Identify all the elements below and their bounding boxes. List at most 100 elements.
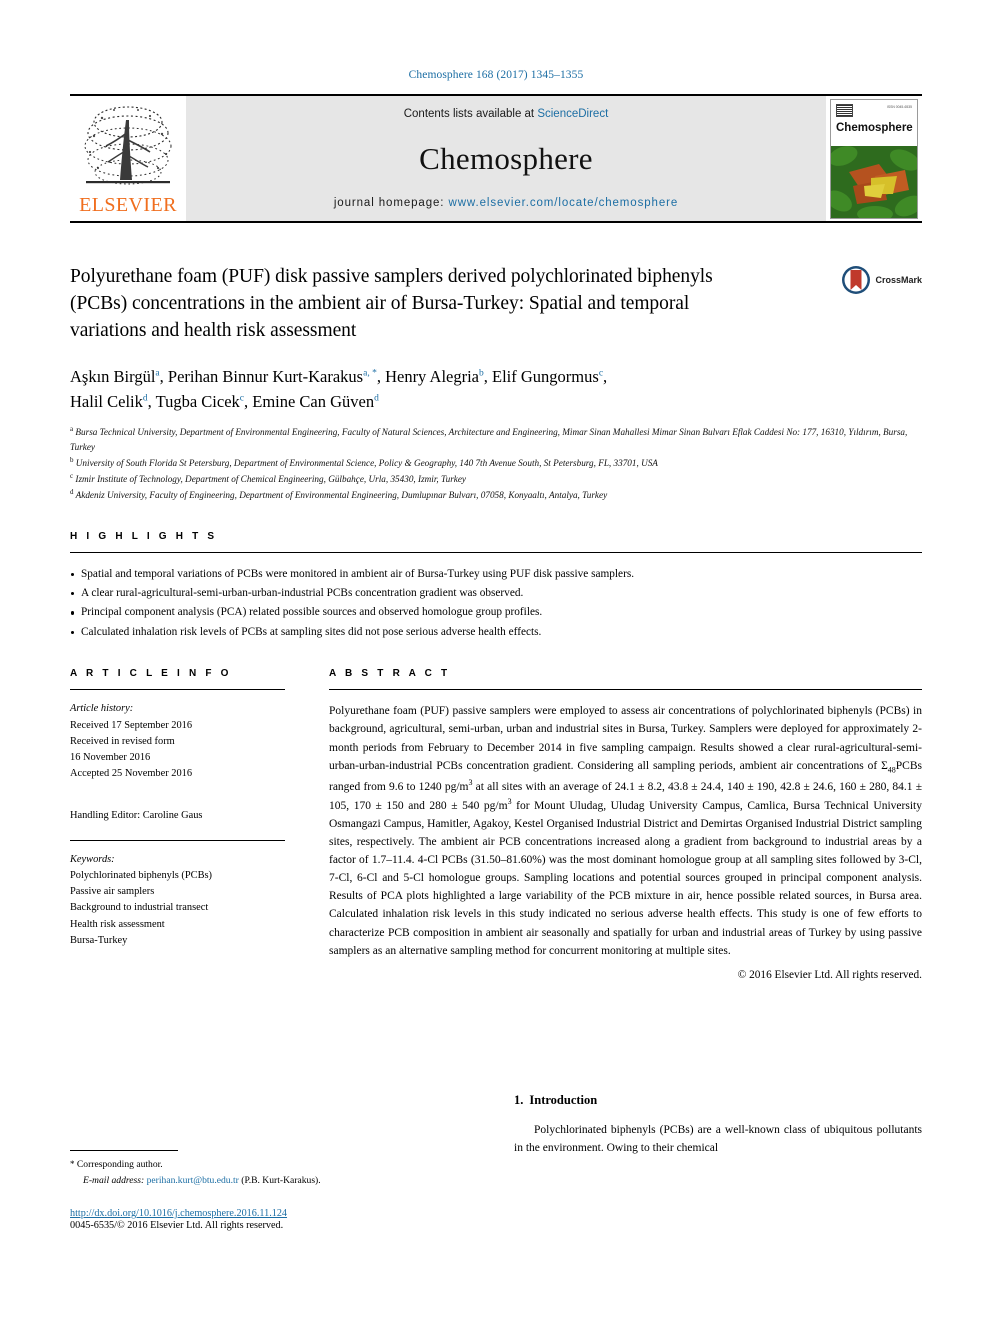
author-6-name: Tugba Cicek [155,392,240,412]
elsevier-tree-icon [84,106,172,185]
history-revised-date: 16 November 2016 [70,751,151,763]
cover-issn-text: ISSN 0045-6535 [886,104,912,109]
article-info-heading: A R T I C L E I N F O [70,668,232,680]
affiliations-list: a Bursa Technical University, Department… [70,424,922,503]
paper-page: Chemosphere 168 (2017) 1345–1355 ELSEVIE… [0,0,992,1323]
handling-editor-block: Handling Editor: Caroline Gaus [70,808,285,824]
homepage-prefix: journal homepage: [333,197,449,209]
affiliation-c-text: Izmir Institute of Technology, Departmen… [75,473,467,484]
doi-link[interactable]: http://dx.doi.org/10.1016/j.chemosphere.… [70,1208,500,1219]
affiliation-b: b University of South Florida St Petersb… [70,455,922,471]
crossmark-label: CrossMark [875,275,922,285]
keyword-item: Passive air samplers [70,886,155,898]
author-1-name: Aşkın Birgül [70,366,156,386]
article-history-label: Article history: [70,703,134,715]
sciencedirect-link[interactable]: ScienceDirect [537,108,608,120]
highlights-divider [70,551,922,553]
article-info-divider [70,689,285,691]
author-5-affil-mark[interactable]: d [143,394,148,404]
author-5-name: Halil Celik [70,392,143,412]
author-7[interactable]: Emine Can Güvend [252,392,379,411]
author-4[interactable]: Elif Gungormusc [492,367,603,386]
author-1[interactable]: Aşkın Birgüla [70,367,160,386]
contents-prefix: Contents lists available at [403,108,538,120]
introduction-title: Introduction [529,1093,598,1107]
running-head-text[interactable]: Chemosphere 168 (2017) 1345–1355 [409,69,584,81]
affiliation-d-text: Akdeniz University, Faculty of Engineeri… [75,489,608,500]
author-3-name: Henry Alegria [385,366,480,386]
author-2-name: Perihan Binnur Kurt-Karakus [167,366,364,386]
abstract-sigma-subscript: 48 [887,765,896,775]
handling-editor: Handling Editor: Caroline Gaus [70,810,203,822]
asterisk-icon: * [70,1159,75,1169]
email-label: E-mail address: [83,1174,145,1186]
running-head: Chemosphere 168 (2017) 1345–1355 [0,0,992,81]
footer-right-column [544,1150,922,1231]
list-item: Calculated inhalation risk levels of PCB… [70,623,922,642]
affiliation-b-mark: b [70,455,74,464]
list-item: A clear rural-agricultural-semi-urban-ur… [70,584,922,603]
abstract-column: A B S T R A C T Polyurethane foam (PUF) … [329,668,922,981]
abstract-divider [329,689,922,691]
banner-center: Contents lists available at ScienceDirec… [186,96,826,221]
introduction-number: 1. [514,1093,524,1107]
contents-available-line: Contents lists available at ScienceDirec… [404,108,609,120]
paper-content: Polyurethane foam (PUF) disk passive sam… [70,223,922,981]
author-5[interactable]: Halil Celikd [70,392,148,411]
corresponding-author-label: Corresponding author. [76,1159,163,1170]
email-link[interactable]: perihan.kurt@btu.edu.tr [147,1175,239,1186]
article-info-column: A R T I C L E I N F O Article history: R… [70,668,285,981]
history-accepted: Accepted 25 November 2016 [70,768,193,780]
introduction-section: 1. Introduction Polychlorinated biphenyls… [514,1093,922,1157]
keyword-item: Bursa-Turkey [70,934,128,946]
journal-homepage-line: journal homepage: www.elsevier.com/locat… [334,197,678,209]
issn-copyright-line: 0045-6535/© 2016 Elsevier Ltd. All right… [70,1220,284,1232]
affiliation-a-text: Bursa Technical University, Department o… [70,426,908,452]
abstract-copyright: © 2016 Elsevier Ltd. All rights reserved… [737,968,922,981]
affiliation-a: a Bursa Technical University, Department… [70,424,922,455]
journal-title: Chemosphere [419,141,593,176]
cover-publisher-mark-icon [836,103,853,117]
elsevier-logo[interactable]: ELSEVIER [70,96,186,221]
author-7-name: Emine Can Güven [252,392,375,412]
crossmark-badge[interactable]: CrossMark [841,265,922,295]
author-7-affil-mark[interactable]: d [374,394,379,404]
homepage-url-link[interactable]: www.elsevier.com/locate/chemosphere [449,197,679,209]
keywords-label: Keywords: [70,853,115,865]
highlights-section: H I G H L I G H T S Spatial and temporal… [70,531,922,643]
author-1-affil-mark[interactable]: a [155,368,159,378]
page-footer: * Corresponding author. E-mail address: … [70,1150,922,1231]
history-revised: Received in revised form [70,735,175,747]
author-3-affil-mark[interactable]: b [479,368,484,378]
cover-journal-title: Chemosphere [836,121,913,134]
cover-artwork [831,145,917,218]
corresponding-author-line: * Corresponding author. [70,1157,500,1173]
list-item: Principal component analysis (PCA) relat… [70,603,922,622]
author-4-affil-mark[interactable]: c [599,368,603,378]
keywords-block: Keywords: Polychlorinated biphenyls (PCB… [70,852,285,949]
footnote-rule [70,1150,178,1151]
crossmark-icon [842,266,871,294]
journal-cover-thumbnail[interactable]: ISSN 0045-6535 Chemosphere [826,96,922,221]
abstract-part-4: for Mount Uludag, Uludag University Camp… [329,799,922,957]
author-2-affil-mark[interactable]: a, * [363,368,377,378]
footer-left-column: * Corresponding author. E-mail address: … [70,1150,500,1231]
author-3[interactable]: Henry Alegriab [385,367,484,386]
abstract-body: Polyurethane foam (PUF) passive samplers… [329,702,922,960]
author-6[interactable]: Tugba Cicekc [156,392,244,411]
history-received: Received 17 September 2016 [70,719,193,731]
elsevier-wordmark: ELSEVIER [79,194,177,216]
keyword-item: Polychlorinated biphenyls (PCBs) [70,869,212,881]
page-title: Polyurethane foam (PUF) disk passive sam… [70,266,713,341]
email-owner: (P.B. Kurt-Karakus). [241,1174,321,1186]
authors-list: Aşkın Birgüla, Perihan Binnur Kurt-Karak… [70,366,608,412]
author-2[interactable]: Perihan Binnur Kurt-Karakusa, * [168,367,377,386]
author-6-affil-mark[interactable]: c [240,394,244,404]
author-4-name: Elif Gungormus [492,366,599,386]
affiliation-d: d Akdeniz University, Faculty of Enginee… [70,487,922,503]
abstract-heading: A B S T R A C T [329,668,451,680]
doi-block: http://dx.doi.org/10.1016/j.chemosphere.… [70,1208,500,1231]
title-block: Polyurethane foam (PUF) disk passive sam… [70,223,922,345]
affiliation-c-mark: c [70,471,74,480]
highlights-list: Spatial and temporal variations of PCBs … [70,565,922,643]
